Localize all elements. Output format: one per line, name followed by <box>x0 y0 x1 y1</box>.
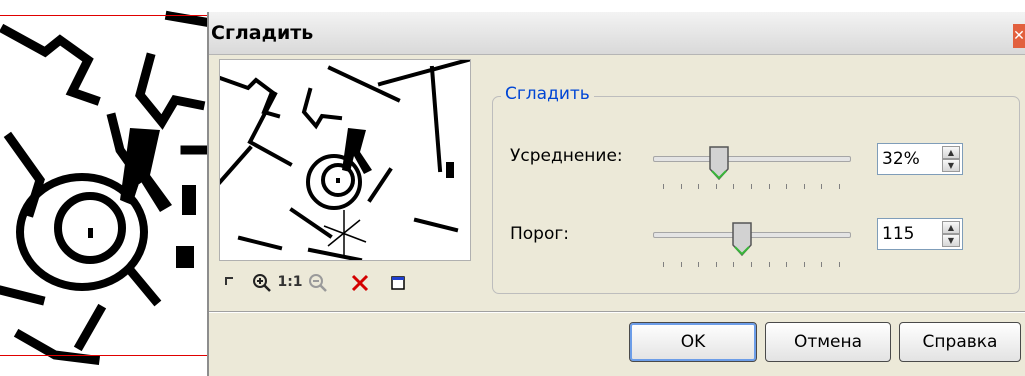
slider-tick <box>786 262 787 267</box>
slider-tick <box>716 262 717 267</box>
actual-size-button[interactable]: 1:1 <box>277 266 303 298</box>
slider-tick <box>681 184 682 189</box>
averaging-slider-track[interactable] <box>653 156 851 162</box>
dialog-title: Сгладить <box>211 22 314 44</box>
spin-down-icon[interactable]: ▼ <box>942 234 960 247</box>
ok-button[interactable]: OK <box>629 322 757 362</box>
slider-tick <box>769 184 770 189</box>
slider-tick <box>716 184 717 189</box>
guide-line-top <box>0 15 207 16</box>
zoom-out-icon[interactable] <box>305 266 331 298</box>
spin-up-icon[interactable]: ▲ <box>942 146 960 159</box>
slider-tick <box>663 184 664 189</box>
slider-tick <box>751 262 752 267</box>
title-bar[interactable]: Сгладить ✕ <box>209 12 1025 55</box>
spin-up-icon[interactable]: ▲ <box>942 221 960 234</box>
slider-tick <box>769 262 770 267</box>
preview-drawing <box>220 60 470 260</box>
document-canvas[interactable] <box>0 0 207 376</box>
cancel-button[interactable]: Отмена <box>765 322 891 362</box>
threshold-spinbox[interactable]: 115 ▲ ▼ <box>877 218 963 250</box>
slider-tick <box>698 184 699 189</box>
slider-tick <box>681 262 682 267</box>
threshold-label: Порог: <box>510 224 570 244</box>
slider-tick <box>821 262 822 267</box>
averaging-label: Усреднение: <box>510 146 623 166</box>
groupbox-legend: Сгладить <box>501 84 594 104</box>
averaging-spinbox[interactable]: 32% ▲ ▼ <box>877 143 963 175</box>
guide-line-bottom <box>0 355 207 356</box>
slider-tick <box>733 184 734 189</box>
preview-toolbar: 1:1 <box>219 266 469 298</box>
slider-tick <box>839 184 840 189</box>
help-button[interactable]: Справка <box>899 322 1021 362</box>
slider-tick <box>698 262 699 267</box>
separator <box>209 311 1025 313</box>
slider-tick <box>804 184 805 189</box>
smooth-dialog: Сгладить ✕ 1:1 Сгладить Усреднение: 32% … <box>207 12 1025 376</box>
slider-tick <box>839 262 840 267</box>
threshold-slider-thumb[interactable] <box>731 221 753 257</box>
averaging-slider-thumb[interactable] <box>708 145 730 181</box>
threshold-slider-ticks <box>663 262 840 270</box>
slider-tick <box>751 184 752 189</box>
averaging-value[interactable]: 32% <box>882 149 920 169</box>
corner-marker-icon[interactable] <box>219 266 239 298</box>
averaging-spinner: ▲ ▼ <box>942 146 960 172</box>
spin-down-icon[interactable]: ▼ <box>942 159 960 172</box>
threshold-spinner: ▲ ▼ <box>942 221 960 247</box>
averaging-slider-ticks <box>663 184 840 192</box>
threshold-value[interactable]: 115 <box>882 224 914 244</box>
scanned-drawing-image <box>0 10 207 366</box>
slider-tick <box>786 184 787 189</box>
preview-image[interactable] <box>219 59 471 261</box>
slider-tick <box>663 262 664 267</box>
slider-tick <box>733 262 734 267</box>
slider-tick <box>804 262 805 267</box>
delete-x-icon[interactable] <box>347 266 373 298</box>
frame-icon[interactable] <box>385 266 411 298</box>
zoom-in-icon[interactable] <box>249 266 275 298</box>
slider-tick <box>821 184 822 189</box>
close-icon[interactable]: ✕ <box>1013 24 1025 48</box>
